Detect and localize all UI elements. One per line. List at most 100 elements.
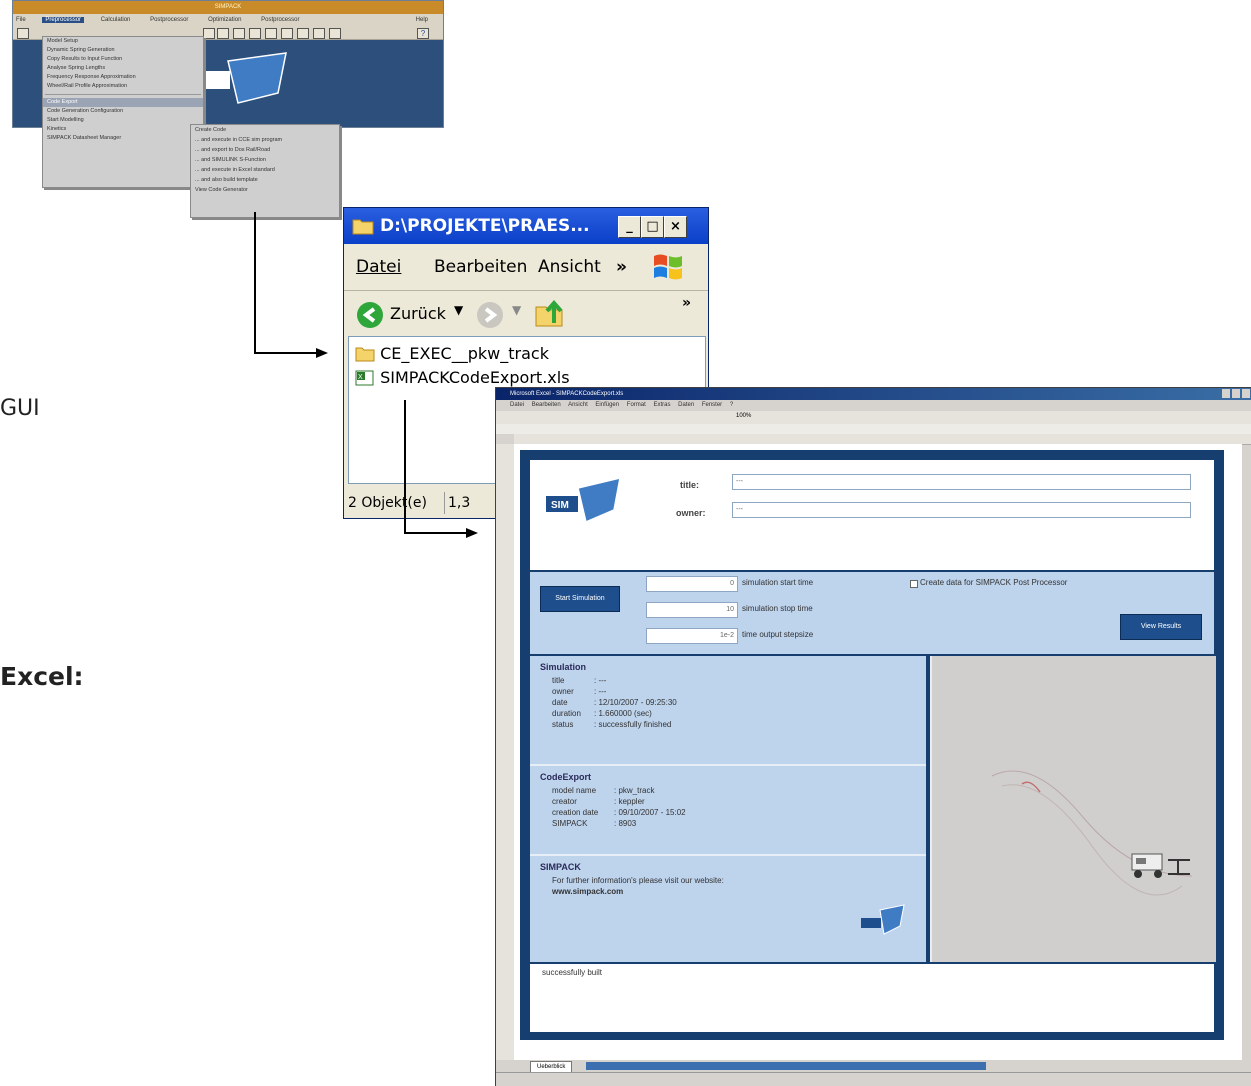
maximize-button[interactable] [1232,389,1240,398]
toolbar-more-chevron[interactable]: » [682,295,691,311]
menu-item[interactable]: Model Setup [43,37,203,46]
minimize-button[interactable] [1222,389,1230,398]
tool-icon[interactable] [265,28,277,39]
other-sheet-tabs[interactable] [586,1062,986,1070]
tool-icon[interactable] [233,28,245,39]
logo-text: SIM [551,500,569,511]
menu-item[interactable]: Fenster [702,402,722,408]
menu-item[interactable]: Analyse Spring Lengths [43,64,203,73]
postprocessor-label: Create data for SIMPACK Post Processor [920,578,1068,587]
menu-postprocessor[interactable]: Postprocessor [147,17,191,23]
menu-datei[interactable]: Datei [356,244,401,290]
info-row: duration: 1.660000 (sec) [552,709,652,718]
minimize-button[interactable]: _ [618,216,641,238]
status-size: 1,3 [448,495,471,511]
tool-icon[interactable] [217,28,229,39]
tool-icon[interactable] [329,28,341,39]
open-icon[interactable] [17,28,29,39]
zoom-level[interactable]: 100% [736,413,751,419]
close-button[interactable]: × [664,216,687,238]
worksheet: SIM title: --- owner: --- Start Simulati… [514,444,1242,1060]
menu-item-code-export[interactable]: Code Export [43,98,203,107]
back-dropdown-chevron-icon[interactable]: ▼ [454,303,463,317]
svg-text:X: X [358,374,363,381]
tool-icon[interactable] [297,28,309,39]
simpack-logo [198,52,287,104]
postprocessor-checkbox[interactable] [910,580,918,588]
menu-item[interactable]: Copy Results to Input Function [43,55,203,64]
start-time-field[interactable]: 0 [646,576,738,592]
menu-calculation[interactable]: Calculation [98,17,134,23]
help-icon[interactable]: ? [417,28,429,39]
menu-item[interactable]: Datei [510,402,524,408]
simpack-logo-small [861,904,905,935]
submenu-item[interactable]: ... and execute in CCE sim program [191,135,339,145]
menu-item[interactable]: Bearbeiten [532,402,561,408]
arrow-line [404,532,466,534]
vehicle-icon [1131,853,1190,878]
menu-item[interactable]: Ansicht [568,402,588,408]
menu-item[interactable]: Frequency Response Approximation [43,73,203,82]
menu-item[interactable]: Einfügen [595,402,619,408]
tool-icon[interactable] [249,28,261,39]
section-heading: Simulation [540,662,587,672]
arrow-head [466,528,478,538]
submenu-item[interactable]: ... and SIMULINK S-Function [191,155,339,165]
step-size-field[interactable]: 1e-2 [646,628,738,644]
status-message-panel: successfully built [530,964,1214,1032]
tool-icon[interactable] [203,28,215,39]
list-item-folder[interactable]: CE_EXEC__pkw_track [355,343,549,365]
menu-item[interactable]: Kinetics [43,125,203,134]
submenu-item[interactable]: ... and export to Dos Rail/Road [191,145,339,155]
file-name: CE_EXEC__pkw_track [380,344,549,363]
start-simulation-button[interactable]: Start Simulation [540,586,620,612]
menu-optimization[interactable]: Optimization [205,17,244,23]
submenu-item[interactable]: Create Code [191,125,339,135]
title-field[interactable]: --- [732,474,1191,490]
menu-item[interactable]: Format [627,402,646,408]
explorer-toolbar: Zurück ▼ ▼ » [344,290,708,337]
menu-file[interactable]: File [13,17,29,23]
codeexport-section: CodeExport model name: pkw_track creator… [540,772,686,829]
close-button[interactable] [1242,389,1250,398]
folder-up-icon[interactable] [534,297,564,329]
info-text: For further information's please visit o… [552,876,724,885]
forward-dropdown-chevron-icon[interactable]: ▼ [512,303,521,317]
menu-item[interactable]: Dynamic Spring Generation [43,46,203,55]
website-link[interactable]: www.simpack.com [552,886,920,897]
stop-time-label: simulation stop time [742,604,813,613]
folder-icon [355,347,375,362]
gui-label: GUI [0,396,40,421]
simpack-title-bar: SIMPACK [13,1,443,14]
stop-time-field[interactable]: 10 [646,602,738,618]
menu-item[interactable]: Code Generation Configuration [43,107,203,116]
back-arrow-icon[interactable] [356,301,384,329]
simulation-controls: Start Simulation 0 simulation start time… [530,572,1214,654]
tool-icon[interactable] [313,28,325,39]
menu-more-chevron[interactable]: » [616,244,627,290]
back-button-label[interactable]: Zurück [390,304,446,323]
menu-preprocessor[interactable]: Preprocessor [42,17,85,23]
owner-field[interactable]: --- [732,502,1191,518]
menu-item[interactable]: Wheel/Rail Profile Approximation [43,82,203,91]
submenu-item[interactable]: ... and execute in Excel standard [191,165,339,175]
menu-bearbeiten[interactable]: Bearbeiten [434,244,527,290]
submenu-item[interactable]: View Code Generator [191,185,339,195]
menu-item[interactable]: Start Modelling [43,116,203,125]
menu-ansicht[interactable]: Ansicht [538,244,601,290]
list-item-file[interactable]: X SIMPACKCodeExport.xls [355,367,570,389]
file-name: SIMPACKCodeExport.xls [380,368,570,387]
submenu-item[interactable]: ... and also build template [191,175,339,185]
preprocessor-menu: Model Setup Dynamic Spring Generation Co… [42,36,204,188]
menu-item[interactable]: SIMPACK Datasheet Manager [43,134,203,143]
info-row: creator: keppler [552,797,645,806]
menu-item[interactable]: Extras [653,402,670,408]
menu-item[interactable]: ? [730,402,733,408]
maximize-button[interactable]: □ [641,216,664,238]
menu-postprocessor-2[interactable]: Postprocessor [258,17,302,23]
view-results-button[interactable]: View Results [1120,614,1202,640]
forward-arrow-icon[interactable] [476,301,504,329]
menu-item[interactable]: Daten [678,402,694,408]
menu-help[interactable]: Help [413,14,431,26]
tool-icon[interactable] [281,28,293,39]
